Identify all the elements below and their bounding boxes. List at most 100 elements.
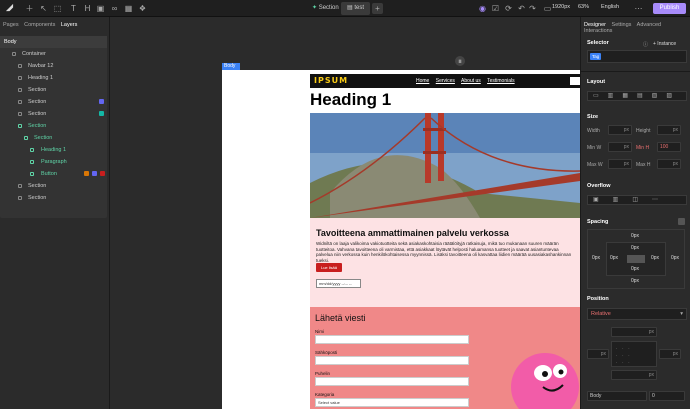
layer-row[interactable]: Section <box>0 108 107 120</box>
layer-row[interactable]: Heading 1 <box>0 72 107 84</box>
info-icon[interactable]: ⓘ <box>643 41 648 48</box>
page-preview[interactable]: IPSUM Home Services About us Testimonial… <box>222 70 580 409</box>
width-input[interactable]: px <box>608 125 632 135</box>
right-panel-tabs: Designer Settings Advanced Interactions <box>584 22 690 34</box>
layer-row[interactable]: Section <box>0 180 107 192</box>
resize-handle[interactable]: ⏸ <box>455 56 465 66</box>
read-more-button[interactable]: Lue lisää <box>316 263 342 272</box>
page-heading[interactable]: Heading 1 <box>310 90 391 110</box>
frame-icon[interactable]: ⬚ <box>52 3 63 14</box>
max-width-input[interactable]: px <box>608 159 632 169</box>
zoom-level[interactable]: 63% <box>578 4 589 10</box>
selector-field[interactable]: Tag <box>587 50 687 63</box>
position-bottom-input[interactable]: px <box>611 370 657 380</box>
name-label: Nimi <box>315 329 324 334</box>
layer-row[interactable]: Section <box>0 84 107 96</box>
site-logo[interactable]: IPSUM <box>314 76 348 85</box>
layer-name: Heading 1 <box>41 147 67 153</box>
position-right-input[interactable]: px <box>659 349 681 359</box>
nav-link-home[interactable]: Home <box>416 78 429 84</box>
z-index-input[interactable]: 0 <box>649 391 685 401</box>
layer-row[interactable]: Section <box>0 96 107 108</box>
layer-row[interactable]: Container <box>0 48 107 60</box>
padding-bottom[interactable]: 0px <box>631 266 639 272</box>
section-title[interactable]: Tavoitteena ammattimainen palvelu verkos… <box>316 228 509 238</box>
layer-row[interactable]: Navbar 12 <box>0 60 107 72</box>
app-logo-icon[interactable] <box>4 3 15 14</box>
contact-title[interactable]: Lähetä viesti <box>315 313 366 323</box>
nav-link-about[interactable]: About us <box>461 78 481 84</box>
phone-label: Puhelin <box>315 371 331 376</box>
position-top-input[interactable]: px <box>611 327 657 337</box>
layer-row[interactable]: Heading 1 <box>0 144 107 156</box>
tab-pages[interactable]: Pages <box>3 22 19 28</box>
layer-row[interactable]: Section <box>0 132 107 144</box>
check-icon[interactable]: ☑ <box>490 3 501 14</box>
email-field[interactable] <box>315 356 469 365</box>
add-instance-button[interactable]: + Instance <box>653 41 676 47</box>
max-height-input[interactable]: px <box>657 159 681 169</box>
text-icon[interactable]: T <box>68 3 79 14</box>
redo-icon[interactable]: ↷ <box>527 3 538 14</box>
position-anchor-grid[interactable]: ⬝⬝⬝ ⬝⬝⬝ ⬝⬝⬝ <box>611 341 657 367</box>
position-select[interactable]: Relative ▾ <box>587 308 687 320</box>
nav-link-services[interactable]: Services <box>436 78 455 84</box>
section-paragraph[interactable]: Widniltä on laaja valikoima vakiotuottei… <box>316 241 576 263</box>
publish-button[interactable]: Publish <box>653 3 686 14</box>
layer-row[interactable]: Paragraph <box>0 156 107 168</box>
undo-icon[interactable]: ↶ <box>516 3 527 14</box>
layer-row[interactable]: Body <box>0 36 107 48</box>
hero-image[interactable] <box>310 113 580 218</box>
min-height-input[interactable]: 100 <box>657 142 681 152</box>
display-options[interactable]: ▭▥▦▤▧▨ <box>587 91 687 101</box>
position-left-input[interactable]: px <box>587 349 609 359</box>
category-select[interactable]: Select value <box>315 398 469 407</box>
tab-advanced[interactable]: Advanced <box>637 22 661 28</box>
overflow-options[interactable]: ▣▥◫⋯ <box>587 195 687 205</box>
phone-field[interactable] <box>315 377 469 386</box>
nav-button[interactable] <box>570 77 580 85</box>
height-input[interactable]: px <box>657 125 681 135</box>
nav-link-testimonials[interactable]: Testimonials <box>487 78 515 84</box>
language-select[interactable]: English <box>601 4 619 10</box>
tab-settings[interactable]: Settings <box>612 22 632 28</box>
margin-right[interactable]: 0px <box>671 255 679 261</box>
breakpoint-width[interactable]: 1920px <box>552 4 570 10</box>
sync-icon[interactable]: ⟳ <box>503 3 514 14</box>
link-icon[interactable]: ∞ <box>109 3 120 14</box>
tab-components[interactable]: Components <box>24 22 55 28</box>
overflow-heading: Overflow <box>587 183 611 189</box>
add-tab-button[interactable]: + <box>372 3 383 14</box>
name-field[interactable] <box>315 335 469 344</box>
add-icon[interactable]: ＋ <box>24 3 35 14</box>
layer-row[interactable]: Section <box>0 192 107 204</box>
spacing-settings-icon[interactable] <box>678 218 685 225</box>
padding-right[interactable]: 0px <box>651 255 659 261</box>
layer-row[interactable]: Section <box>0 120 107 132</box>
tab-section[interactable]: ✦ Section <box>306 2 345 15</box>
image-icon[interactable]: ▣ <box>95 3 106 14</box>
layer-row[interactable]: Button <box>0 168 107 180</box>
min-width-input[interactable]: px <box>608 142 632 152</box>
padding-left[interactable]: 0px <box>610 255 618 261</box>
tab-interactions[interactable]: Interactions <box>584 28 612 34</box>
tab-layers[interactable]: Layers <box>61 22 78 28</box>
heading-icon[interactable]: H <box>82 3 93 14</box>
left-panel: Pages Components Layers Body Container N… <box>0 17 110 409</box>
left-panel-tabs: Pages Components Layers <box>3 22 81 28</box>
content-section: Tavoitteena ammattimainen palvelu verkos… <box>310 218 580 307</box>
tag-chip[interactable]: Tag <box>590 53 602 60</box>
date-input[interactable]: mm/dd/yyyy --:-- -- <box>316 279 361 288</box>
relative-to-select[interactable]: Body <box>587 391 647 401</box>
preview-icon[interactable]: ◉ <box>477 3 488 14</box>
tab-test[interactable]: ▤ test <box>341 2 371 15</box>
margin-top[interactable]: 0px <box>631 233 639 239</box>
padding-top[interactable]: 0px <box>631 245 639 251</box>
min-width-label: Min W <box>587 145 602 151</box>
grid-icon[interactable]: ▦ <box>123 3 134 14</box>
component-icon[interactable]: ❖ <box>137 3 148 14</box>
pointer-icon[interactable]: ↖ <box>38 3 49 14</box>
margin-bottom[interactable]: 0px <box>631 278 639 284</box>
more-icon[interactable]: ⋯ <box>633 3 644 14</box>
margin-left[interactable]: 0px <box>592 255 600 261</box>
